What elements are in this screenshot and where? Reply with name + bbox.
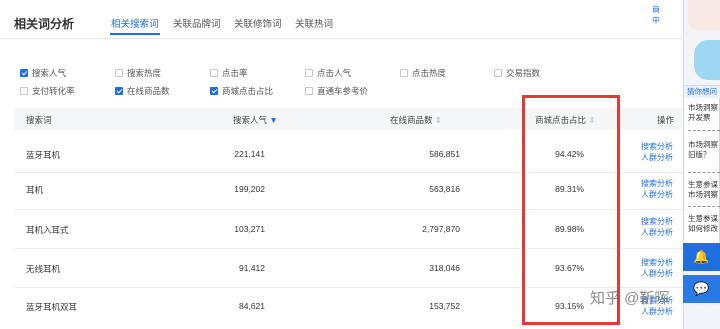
link-search-analysis[interactable]: 搜索分析 xyxy=(641,141,673,152)
filter-label: 点击率 xyxy=(222,68,248,78)
checkbox-icon[interactable] xyxy=(400,69,408,77)
checkbox-icon[interactable] xyxy=(115,87,123,95)
tab-related-brand[interactable]: 关联品牌词 xyxy=(173,16,221,30)
faq-line: 市场洞察 xyxy=(688,140,718,149)
sort-down-icon[interactable]: ▼ xyxy=(269,115,277,125)
cell-items: 586,851 xyxy=(429,149,460,159)
cell-items: 563,816 xyxy=(429,184,460,194)
filter-label: 搜索热度 xyxy=(127,68,162,78)
filter-mall-click-ratio[interactable]: 商城点击占比 xyxy=(210,85,273,97)
faq-item[interactable]: 市场洞察 旧版？ xyxy=(688,140,720,160)
column-header-popularity[interactable]: 搜索人气 ▼ xyxy=(233,114,278,126)
faq-divider xyxy=(688,206,720,208)
faq-line: 旧版？ xyxy=(688,150,711,159)
cell-term: 无线耳机 xyxy=(26,264,61,274)
avatar xyxy=(688,0,720,30)
checkbox-icon[interactable] xyxy=(20,87,28,95)
faq-item[interactable]: 市场洞察 开发票 xyxy=(688,103,720,123)
filter-pay-conversion[interactable]: 支付转化率 xyxy=(20,85,75,97)
chat-button[interactable]: 💬 xyxy=(683,275,720,303)
filter-label: 直通车参考价 xyxy=(317,86,369,96)
faq-divider xyxy=(688,130,720,132)
cell-term: 蓝牙耳机 xyxy=(26,150,61,160)
cell-items: 153,752 xyxy=(429,301,460,311)
faq-line: 开发票 xyxy=(688,113,711,122)
filter-search-popularity[interactable]: 搜索人气 xyxy=(20,67,66,79)
checkbox-icon[interactable] xyxy=(210,87,218,95)
filter-label: 交易指数 xyxy=(506,68,541,78)
column-label: 搜索人气 xyxy=(233,115,268,125)
faq-card-title: 猜你想问 xyxy=(684,86,720,98)
filter-click-heat[interactable]: 点击热度 xyxy=(400,67,446,79)
top-right-link[interactable]: 商中 xyxy=(652,4,660,26)
filter-click-rate[interactable]: 点击率 xyxy=(210,67,248,79)
chat-icon: 💬 xyxy=(693,281,710,296)
column-header-term: 搜索词 xyxy=(26,115,52,125)
filter-trade-index[interactable]: 交易指数 xyxy=(494,67,540,79)
tab-related-search[interactable]: 相关搜索词 xyxy=(111,16,159,30)
watermark: 知乎 @靳晖 xyxy=(590,290,670,307)
checkbox-icon[interactable] xyxy=(494,69,502,77)
filter-label: 商城点击占比 xyxy=(222,86,274,96)
checkbox-icon[interactable] xyxy=(305,87,313,95)
cell-term: 耳机 xyxy=(26,185,44,195)
faq-line: 市场洞察 xyxy=(688,103,718,112)
tab-related-hot[interactable]: 关联热词 xyxy=(295,16,333,30)
link-crowd-analysis[interactable]: 人群分析 xyxy=(641,227,673,238)
faq-line: 市场洞察 xyxy=(688,190,718,199)
filter-click-popularity[interactable]: 点击人气 xyxy=(305,67,351,79)
page-title: 相关词分析 xyxy=(14,17,75,31)
header-divider xyxy=(0,38,683,39)
cell-popularity: 221,141 xyxy=(234,149,265,159)
link-search-analysis[interactable]: 搜索分析 xyxy=(641,216,673,227)
tab-related-modifier[interactable]: 关联修饰词 xyxy=(234,16,282,30)
filter-search-heat[interactable]: 搜索热度 xyxy=(115,67,161,79)
active-tab-indicator xyxy=(110,33,160,35)
filter-label: 在线商品数 xyxy=(127,86,170,96)
filter-ztc-price[interactable]: 直通车参考价 xyxy=(305,85,368,97)
column-header-actions: 操作 xyxy=(657,115,675,125)
column-label: 在线商品数 xyxy=(390,115,433,125)
faq-item[interactable]: 生意参谋 如何修改 xyxy=(688,214,720,234)
faq-divider xyxy=(688,172,720,174)
cell-popularity: 91,412 xyxy=(239,263,265,273)
link-search-analysis[interactable]: 搜索分析 xyxy=(641,257,673,268)
link-crowd-analysis[interactable]: 人群分析 xyxy=(641,268,673,279)
faq-line: 生意参谋 xyxy=(688,180,718,189)
cell-items: 2,797,870 xyxy=(422,224,460,234)
faq-line: 如何修改 xyxy=(688,224,718,233)
cell-term: 耳机入耳式 xyxy=(26,225,69,235)
filter-label: 搜索人气 xyxy=(32,68,67,78)
column-header-items[interactable]: 在线商品数 ⇕ xyxy=(390,114,442,126)
link-crowd-analysis[interactable]: 人群分析 xyxy=(641,152,673,163)
checkbox-icon[interactable] xyxy=(305,69,313,77)
filter-label: 点击人气 xyxy=(317,68,352,78)
link-search-analysis[interactable]: 搜索分析 xyxy=(641,178,673,189)
sort-icon[interactable]: ⇕ xyxy=(435,115,442,125)
faq-item[interactable]: 生意参谋 市场洞察 xyxy=(688,180,720,200)
cell-popularity: 199,202 xyxy=(234,184,265,194)
top-right-char: 商 xyxy=(652,5,660,14)
assistant-mascot-icon[interactable] xyxy=(694,40,720,80)
cell-popularity: 84,621 xyxy=(239,301,265,311)
filter-label: 点击热度 xyxy=(412,68,447,78)
cell-popularity: 103,271 xyxy=(234,224,265,234)
checkbox-icon[interactable] xyxy=(210,69,218,77)
link-crowd-analysis[interactable]: 人群分析 xyxy=(641,189,673,200)
filter-label: 支付转化率 xyxy=(32,86,75,96)
bell-button[interactable]: 🔔 xyxy=(683,243,720,271)
filter-online-items[interactable]: 在线商品数 xyxy=(115,85,170,97)
checkbox-icon[interactable] xyxy=(20,69,28,77)
bell-icon: 🔔 xyxy=(693,249,710,264)
top-right-char: 中 xyxy=(652,16,660,25)
cell-term: 蓝牙耳机双耳 xyxy=(26,302,78,312)
checkbox-icon[interactable] xyxy=(115,69,123,77)
cell-items: 318,046 xyxy=(429,263,460,273)
faq-line: 生意参谋 xyxy=(688,214,718,223)
